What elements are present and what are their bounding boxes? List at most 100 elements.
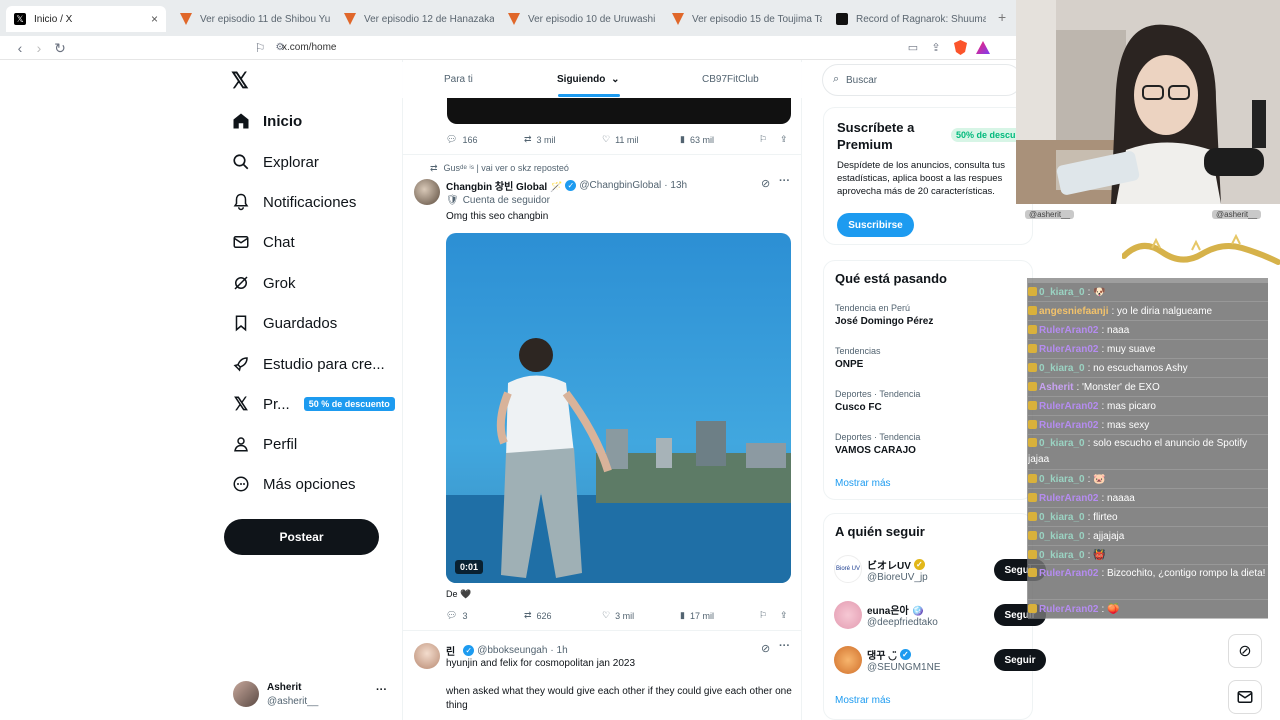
post-text: when asked what they would give each oth… [446, 686, 792, 711]
tab-episode-11[interactable]: Ver episodio 11 de Shibou Yuugi de [172, 6, 330, 32]
search-box[interactable]: ⌕ Buscar [822, 64, 1022, 96]
more-icon[interactable]: ··· [376, 684, 387, 696]
more-icon[interactable]: ··· [779, 175, 790, 187]
follow-name-text: 댕꾸 ◡̈ [867, 651, 897, 662]
reload-icon[interactable]: ↻ [52, 40, 68, 56]
tab-cb97fitclub[interactable]: CB97FitClub [702, 74, 759, 85]
trend-item[interactable]: Deportes · Tendencia Cusco FC [835, 389, 920, 413]
sidebar-item-inicio[interactable]: Inicio [230, 104, 302, 138]
bookmark-icon [230, 312, 252, 334]
tab-inicio-x[interactable]: 𝕏 Inicio / X × [6, 6, 166, 32]
tab-siguiendo[interactable]: Siguiendo ⌄ [557, 74, 620, 85]
avatar[interactable] [414, 179, 440, 205]
verified-badge-icon: ✓ [565, 180, 577, 191]
reply-icon: 💬︎ [446, 134, 458, 144]
chat-username: Asherit [1039, 382, 1074, 393]
show-more-link[interactable]: Mostrar más [835, 695, 891, 706]
chat-badge-icon [1028, 531, 1037, 540]
tab-episode-10[interactable]: Ver episodio 10 de Uruwashi no Yoi [500, 6, 658, 32]
subscribe-button[interactable]: Suscribirse [837, 213, 914, 237]
trend-item[interactable]: Deportes · Tendencia VAMOS CARAJO [835, 432, 920, 456]
sidebar-item-mas-opciones[interactable]: Más opciones [230, 467, 356, 501]
repost-button[interactable]: ⇄ 3 mil [524, 134, 556, 145]
bookmark-post-icon[interactable]: ⚐ [759, 610, 767, 621]
avatar[interactable]: Bioré UV [834, 555, 862, 583]
tab-para-ti[interactable]: Para ti [444, 74, 473, 85]
sidebar-item-notificaciones[interactable]: Notificaciones [230, 185, 356, 219]
post-time[interactable]: · 13h [664, 180, 687, 191]
like-button[interactable]: ♡ 3 mil [602, 610, 634, 621]
forward-icon[interactable]: › [31, 40, 47, 56]
sidebar-item-label: Guardados [263, 314, 338, 332]
reply-button[interactable]: 💬︎ 3 [446, 610, 467, 621]
sidebar-item-estudio[interactable]: Estudio para cre... [230, 347, 385, 381]
sidebar-item-chat[interactable]: Chat [230, 225, 295, 259]
chat-text: : yo le diria nalgueame [1111, 306, 1213, 317]
premium-card: Suscríbete a Premium 50% de descu Despíd… [823, 107, 1033, 245]
avatar[interactable] [834, 646, 862, 674]
bookmark-post-icon[interactable]: ⚐ [759, 134, 767, 145]
follow-handle[interactable]: @BioreUV_jp [867, 572, 928, 583]
chat-text: : mas picaro [1101, 401, 1156, 412]
follow-handle[interactable]: @SEUNGM1NE [867, 662, 941, 673]
avatar[interactable] [414, 643, 440, 669]
more-icon[interactable]: ··· [779, 640, 790, 652]
tab-episode-15[interactable]: Ver episodio 15 de Toujima Tanzabu [664, 6, 822, 32]
chevron-down-icon: ⌄ [611, 74, 620, 85]
author-handle[interactable]: @ChangbinGlobal [579, 180, 661, 191]
x-logo-icon: 𝕏 [233, 393, 249, 414]
chat-message: RulerAran02: naaaa [1028, 489, 1268, 508]
reply-button[interactable]: 💬︎ 166 [446, 134, 477, 145]
author-name[interactable]: 린 [446, 643, 455, 658]
avatar[interactable] [834, 601, 862, 629]
share-post-icon[interactable]: ⇪ [780, 134, 788, 145]
author-name[interactable]: Changbin 창빈 Global 🪄 [446, 178, 562, 193]
tab-episode-12[interactable]: Ver episodio 12 de Hanazakari no Ki [336, 6, 494, 32]
repost-icon: ⇄ [430, 163, 438, 173]
chat-badge-icon [1028, 325, 1037, 334]
trends-title: Qué está pasando [835, 271, 947, 286]
show-more-link[interactable]: Mostrar más [835, 478, 891, 489]
like-button[interactable]: ♡ 11 mil [602, 134, 638, 145]
grok-icon[interactable]: ⊘ [761, 642, 770, 655]
sidebar-item-perfil[interactable]: Perfil [230, 427, 297, 461]
trend-item[interactable]: Tendencia en Perú José Domingo Pérez [835, 303, 933, 327]
account-switcher[interactable]: Asherit @asherit__ ··· [231, 680, 391, 710]
follow-handle[interactable]: @deepfriedtako [867, 617, 938, 628]
bookmark-page-icon[interactable]: ⚐ [252, 40, 268, 56]
post-time[interactable]: · 1h [550, 645, 567, 656]
trend-item[interactable]: Tendencias ONPE [835, 346, 881, 370]
views-button[interactable]: ▮ 63 mil [680, 134, 714, 145]
follow-button[interactable]: Seguir [994, 649, 1046, 671]
views-button[interactable]: ▮ 17 mil [680, 610, 714, 621]
sidebar-item-guardados[interactable]: Guardados [230, 306, 337, 340]
follow-name[interactable]: euna은아 🪩 [867, 602, 924, 617]
x-logo-icon[interactable]: 𝕏 [231, 70, 253, 92]
post-button[interactable]: Postear [224, 519, 379, 555]
brave-rewards-icon[interactable] [976, 41, 990, 54]
grok-floating-icon[interactable]: ⊘ [1228, 634, 1262, 668]
cam-label: @asherit__ [1212, 210, 1262, 219]
follow-name[interactable]: ビオレUV ✓ [867, 557, 928, 572]
author-handle[interactable]: @bbokseungah [477, 645, 547, 656]
url-field[interactable]: x.com/home [282, 39, 336, 57]
share-post-icon[interactable]: ⇪ [780, 610, 788, 621]
post-video[interactable]: 0:01 [446, 233, 791, 583]
tab-record-of-ragnarok[interactable]: Record of Ragnarok: Shuumatsu no [828, 6, 986, 32]
site-favicon-icon [180, 13, 192, 25]
grok-icon[interactable]: ⊘ [761, 177, 770, 190]
new-tab-button[interactable]: + [998, 9, 1006, 25]
follow-name[interactable]: 댕꾸 ◡̈ ✓ [867, 647, 914, 662]
chat-text: : 👹 [1087, 550, 1106, 561]
messages-floating-button[interactable] [1228, 680, 1262, 714]
sidebar-item-premium[interactable]: 𝕏 Pr... 50 % de descuento [230, 387, 395, 421]
sidebar-item-grok[interactable]: Grok [230, 266, 296, 300]
back-icon[interactable]: ‹ [12, 40, 28, 56]
repost-button[interactable]: ⇄ 626 [524, 610, 552, 621]
share-icon[interactable]: ⇪ [928, 40, 944, 56]
close-tab-icon[interactable]: × [151, 12, 158, 26]
brave-shield-icon[interactable] [954, 40, 967, 55]
sidebar-item-explorar[interactable]: Explorar [230, 145, 319, 179]
cast-icon[interactable]: ▭ [905, 40, 921, 56]
sidebar-item-label: Grok [263, 274, 296, 292]
